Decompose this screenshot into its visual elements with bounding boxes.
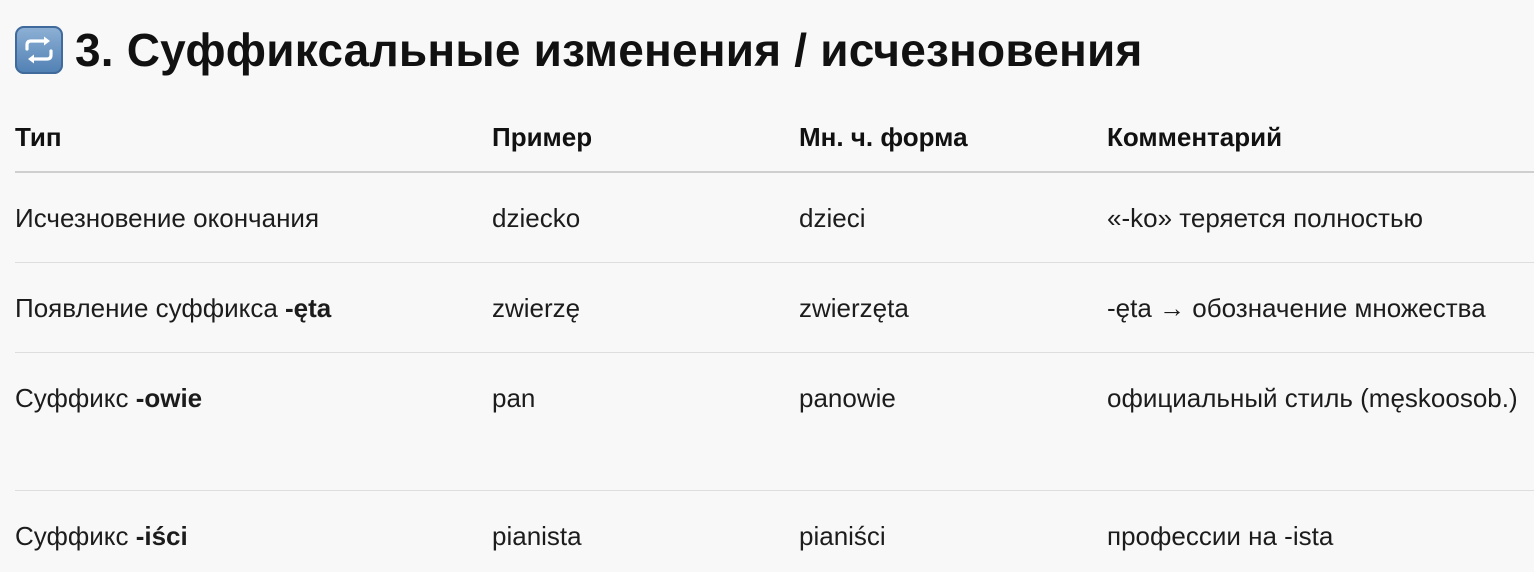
cell-example: pan: [492, 352, 799, 491]
type-text: Исчезновение окончания: [15, 203, 320, 233]
type-suffix: -iści: [135, 520, 188, 551]
cell-plural: panowie: [799, 352, 1107, 491]
cell-example: pianista: [492, 520, 582, 551]
page: 3. Суффиксальные изменения / исчезновени…: [0, 0, 1534, 572]
cell-comment: «-ko» теряется полностью: [1107, 172, 1534, 263]
cell-comment: официальный стиль (męskoosob.): [1107, 352, 1534, 491]
section-title: 3. Суффиксальные изменения / исчезновени…: [75, 24, 1143, 76]
suffix-changes-table: Тип Пример Мн. ч. форма Комментарий Исче…: [15, 104, 1534, 570]
type-text: Суффикс: [15, 520, 136, 551]
cell-example: dziecko: [492, 172, 799, 263]
column-header-plural: Мн. ч. форма: [799, 104, 1107, 173]
column-header-example: Пример: [492, 104, 799, 173]
table-row: Суффикс -iści pianista pianiści професси…: [15, 490, 1534, 570]
section-heading: 3. Суффиксальные изменения / исчезновени…: [15, 22, 1142, 78]
table-row: Появление суффикса -ęta zwierzę zwierzęt…: [15, 262, 1534, 353]
column-header-type: Тип: [15, 104, 492, 173]
cell-type: Суффикс -iści: [15, 490, 492, 570]
repeat-arrows-icon: [15, 26, 63, 74]
table-header-row: Тип Пример Мн. ч. форма Комментарий: [15, 104, 1534, 173]
cell-plural: pianiści: [799, 520, 886, 551]
cell-plural: zwierzęta: [799, 262, 1107, 353]
column-header-comment: Комментарий: [1107, 104, 1534, 173]
type-suffix: -ęta: [285, 292, 332, 323]
table-row: Суффикс -owie pan panowie официальный ст…: [15, 352, 1534, 491]
type-suffix: -owie: [135, 382, 203, 413]
cell-plural: dzieci: [799, 172, 1107, 263]
cell-comment: профессии на -ista: [1107, 520, 1334, 551]
cell-type: Появление суффикса -ęta: [15, 262, 492, 353]
cell-type: Исчезновение окончания: [15, 172, 492, 263]
cell-example: zwierzę: [492, 262, 799, 353]
table-row: Исчезновение окончания dziecko dzieci «-…: [15, 172, 1534, 263]
type-text: Суффикс: [15, 382, 136, 413]
cell-comment: -ęta → обозначение множества: [1107, 262, 1534, 353]
cell-type: Суффикс -owie: [15, 352, 492, 491]
type-text: Появление суффикса: [15, 292, 286, 323]
